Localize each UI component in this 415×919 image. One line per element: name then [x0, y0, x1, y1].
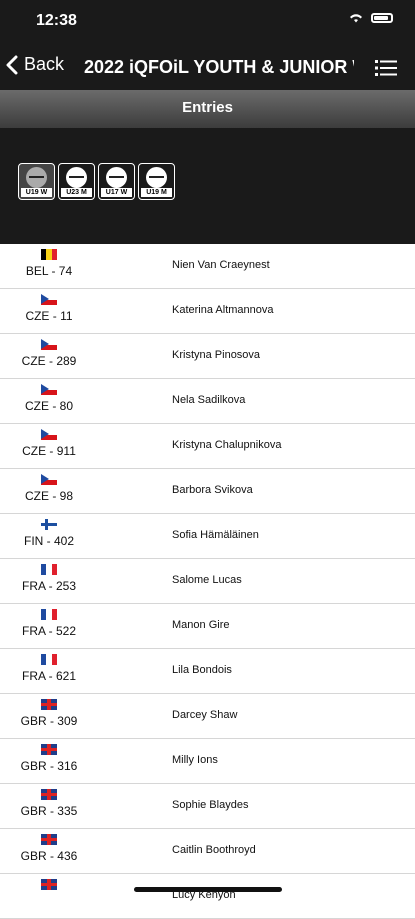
back-button[interactable]: Back	[6, 54, 64, 75]
category-button[interactable]: U19 M	[138, 163, 175, 200]
uk-flag-icon	[41, 744, 57, 755]
france-flag-icon	[41, 654, 57, 665]
france-flag-icon	[41, 564, 57, 575]
uk-flag-icon	[41, 789, 57, 800]
entry-row[interactable]: CZE - 911 Kristyna Chalupnikova	[0, 424, 415, 469]
nav-bar: Back 2022 iQFOiL YOUTH & JUNIOR WORLD CH…	[0, 46, 415, 90]
category-button[interactable]: U19 W	[18, 163, 55, 200]
entry-row[interactable]: FRA - 621 Lila Bondois	[0, 649, 415, 694]
uk-flag-icon	[41, 879, 57, 890]
sailor-name: Salome Lucas	[172, 574, 242, 586]
uk-flag-icon	[41, 699, 57, 710]
home-indicator[interactable]	[134, 887, 282, 892]
sailor-name: Nela Sadilkova	[172, 394, 246, 406]
entry-row[interactable]: CZE - 11 Katerina Altmannova	[0, 289, 415, 334]
sailor-name: Lila Bondois	[172, 664, 232, 676]
entry-row[interactable]: Lucy Kenyon	[0, 874, 415, 919]
category-label: U19 W	[21, 188, 52, 197]
sailor-name: Caitlin Boothroyd	[172, 844, 256, 856]
czech-flag-icon	[41, 339, 57, 350]
sail-number: FRA - 621	[21, 669, 77, 683]
sail-number: FRA - 253	[21, 579, 77, 593]
sail-number: GBR - 309	[20, 714, 78, 728]
iqfoil-logo-icon	[26, 167, 47, 188]
sailor-name: Sophie Blaydes	[172, 799, 249, 811]
entry-row[interactable]: GBR - 436 Caitlin Boothroyd	[0, 829, 415, 874]
entry-row[interactable]: CZE - 80 Nela Sadilkova	[0, 379, 415, 424]
sailor-name: Darcey Shaw	[172, 709, 238, 721]
category-button[interactable]: U17 W	[98, 163, 135, 200]
entry-row[interactable]: FRA - 253 Salome Lucas	[0, 559, 415, 604]
battery-icon	[371, 13, 393, 23]
entry-row[interactable]: BEL - 74 Nien Van Craeynest	[0, 244, 415, 289]
sail-number: CZE - 98	[24, 489, 73, 503]
category-label: U17 W	[101, 188, 132, 197]
sail-number: CZE - 289	[21, 354, 77, 368]
finland-flag-icon	[41, 519, 57, 530]
sailor-name: Sofia Hämäläinen	[172, 529, 259, 541]
entry-row[interactable]: GBR - 309 Darcey Shaw	[0, 694, 415, 739]
sailor-name: Milly Ions	[172, 754, 218, 766]
czech-flag-icon	[41, 429, 57, 440]
uk-flag-icon	[41, 834, 57, 845]
category-label: U19 M	[141, 188, 172, 197]
sailor-name: Nien Van Craeynest	[172, 259, 270, 271]
entry-row[interactable]: FRA - 522 Manon Gire	[0, 604, 415, 649]
sail-number: FRA - 522	[21, 624, 77, 638]
header-area: 12:38 Back 2022 iQFOiL YOUTH & JUNIOR WO…	[0, 0, 415, 244]
status-time: 12:38	[36, 12, 77, 29]
sail-number: GBR - 316	[20, 759, 78, 773]
entry-row[interactable]: FIN - 402 Sofia Hämäläinen	[0, 514, 415, 559]
back-label: Back	[24, 54, 65, 74]
sail-number: CZE - 11	[25, 309, 73, 323]
czech-flag-icon	[41, 384, 57, 395]
entry-row[interactable]: GBR - 335 Sophie Blaydes	[0, 784, 415, 829]
category-filters: U19 W U23 M U17 W U19 M	[18, 163, 175, 200]
sailor-name: Kristyna Chalupnikova	[172, 439, 282, 451]
entries-list: BEL - 74 Nien Van Craeynest CZE - 11 Kat…	[0, 244, 415, 919]
sail-number: CZE - 911	[22, 444, 76, 458]
section-header: Entries	[0, 90, 415, 128]
entry-row[interactable]: CZE - 98 Barbora Svikova	[0, 469, 415, 514]
sail-number: GBR - 436	[20, 849, 78, 863]
belgium-flag-icon	[41, 249, 57, 260]
sailor-name: Kristyna Pinosova	[172, 349, 261, 361]
chevron-left-icon	[6, 55, 18, 74]
category-button[interactable]: U23 M	[58, 163, 95, 200]
list-menu-icon[interactable]	[375, 59, 397, 77]
entry-row[interactable]: GBR - 316 Milly Ions	[0, 739, 415, 784]
status-icons	[349, 13, 393, 23]
status-bar: 12:38	[0, 0, 415, 40]
czech-flag-icon	[41, 474, 57, 485]
iqfoil-logo-icon	[146, 167, 167, 188]
czech-flag-icon	[41, 294, 57, 305]
page-title: 2022 iQFOiL YOUTH & JUNIOR WORLD CHAMPIO…	[84, 57, 354, 77]
sail-number: BEL - 74	[25, 264, 73, 278]
sailor-name: Manon Gire	[172, 619, 230, 631]
wifi-icon	[350, 14, 362, 23]
sail-number: GBR - 335	[20, 804, 78, 818]
iqfoil-logo-icon	[106, 167, 127, 188]
france-flag-icon	[41, 609, 57, 620]
category-label: U23 M	[61, 188, 92, 197]
entry-row[interactable]: CZE - 289 Kristyna Pinosova	[0, 334, 415, 379]
sailor-name: Barbora Svikova	[172, 484, 253, 496]
sail-number: CZE - 80	[24, 399, 73, 413]
sailor-name: Katerina Altmannova	[172, 304, 274, 316]
sail-number: FIN - 402	[23, 534, 74, 548]
iqfoil-logo-icon	[66, 167, 87, 188]
